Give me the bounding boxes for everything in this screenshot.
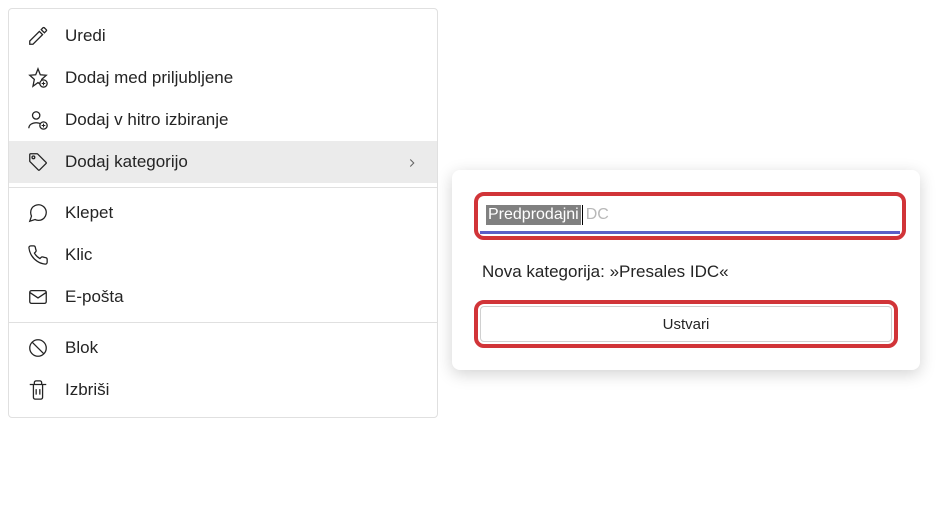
category-name-input[interactable]: Predprodajni DC: [480, 198, 900, 234]
tag-icon: [27, 151, 49, 173]
create-button[interactable]: Ustvari: [480, 306, 892, 342]
menu-item-chat[interactable]: Klepet: [9, 192, 437, 234]
new-category-hint: Nova kategorija: »Presales IDC«: [482, 262, 898, 282]
callout-input: Predprodajni DC: [474, 192, 906, 240]
star-add-icon: [27, 67, 49, 89]
callout-create: Ustvari: [474, 300, 898, 348]
mail-icon: [27, 286, 49, 308]
create-button-label: Ustvari: [663, 316, 710, 333]
menu-label-delete: Izbriši: [65, 380, 109, 400]
menu-item-add-speed-dial[interactable]: Dodaj v hitro izbiranje: [9, 99, 437, 141]
input-selected-text: Predprodajni: [486, 205, 581, 225]
menu-label-chat: Klepet: [65, 203, 113, 223]
menu-label-add-favorite: Dodaj med priljubljene: [65, 68, 233, 88]
phone-icon: [27, 244, 49, 266]
menu-label-block: Blok: [65, 338, 98, 358]
context-menu: Uredi Dodaj med priljubljene Dodaj v hit…: [8, 8, 438, 418]
category-popup: Predprodajni DC Nova kategorija: »Presal…: [452, 170, 920, 370]
menu-item-delete[interactable]: Izbriši: [9, 369, 437, 411]
pencil-icon: [27, 25, 49, 47]
trash-icon: [27, 379, 49, 401]
menu-item-call[interactable]: Klic: [9, 234, 437, 276]
menu-item-email[interactable]: E-pošta: [9, 276, 437, 318]
text-cursor: [582, 205, 583, 225]
menu-item-edit[interactable]: Uredi: [9, 15, 437, 57]
menu-item-block[interactable]: Blok: [9, 327, 437, 369]
menu-item-add-category[interactable]: Dodaj kategorijo: [9, 141, 437, 183]
input-suggestion-text: DC: [586, 206, 609, 224]
block-icon: [27, 337, 49, 359]
menu-label-add-speed-dial: Dodaj v hitro izbiranje: [65, 110, 228, 130]
divider: [9, 322, 437, 323]
menu-item-add-favorite[interactable]: Dodaj med priljubljene: [9, 57, 437, 99]
menu-label-email: E-pošta: [65, 287, 124, 307]
chevron-right-icon: [405, 155, 419, 169]
chat-icon: [27, 202, 49, 224]
person-add-icon: [27, 109, 49, 131]
menu-label-add-category: Dodaj kategorijo: [65, 152, 188, 172]
menu-label-edit: Uredi: [65, 26, 106, 46]
menu-label-call: Klic: [65, 245, 92, 265]
divider: [9, 187, 437, 188]
